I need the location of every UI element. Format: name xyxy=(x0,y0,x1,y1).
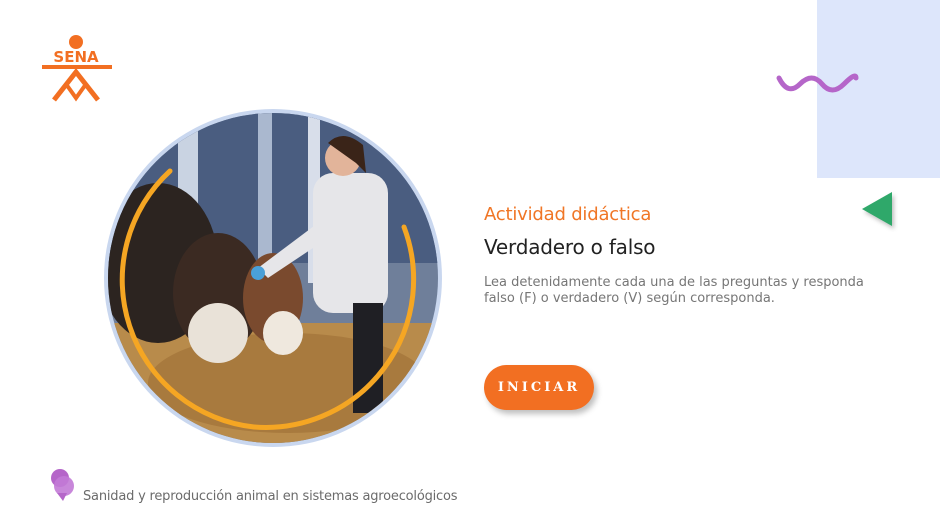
triangle-left-icon xyxy=(862,192,892,226)
wave-icon xyxy=(776,73,859,93)
sena-logo: SENA xyxy=(40,34,114,108)
course-bubble-icon xyxy=(51,469,74,501)
activity-title: Verdadero o falso xyxy=(484,235,656,259)
svg-text:SENA: SENA xyxy=(53,48,99,66)
activity-subtitle: Actividad didáctica xyxy=(484,204,652,225)
sena-logo-icon: SENA xyxy=(42,35,112,102)
activity-description: Lea detenidamente cada una de las pregun… xyxy=(484,275,864,306)
start-button[interactable]: INICIAR xyxy=(484,365,594,410)
decorative-arc xyxy=(119,168,417,430)
course-name: Sanidad y reproducción animal en sistema… xyxy=(83,489,458,504)
